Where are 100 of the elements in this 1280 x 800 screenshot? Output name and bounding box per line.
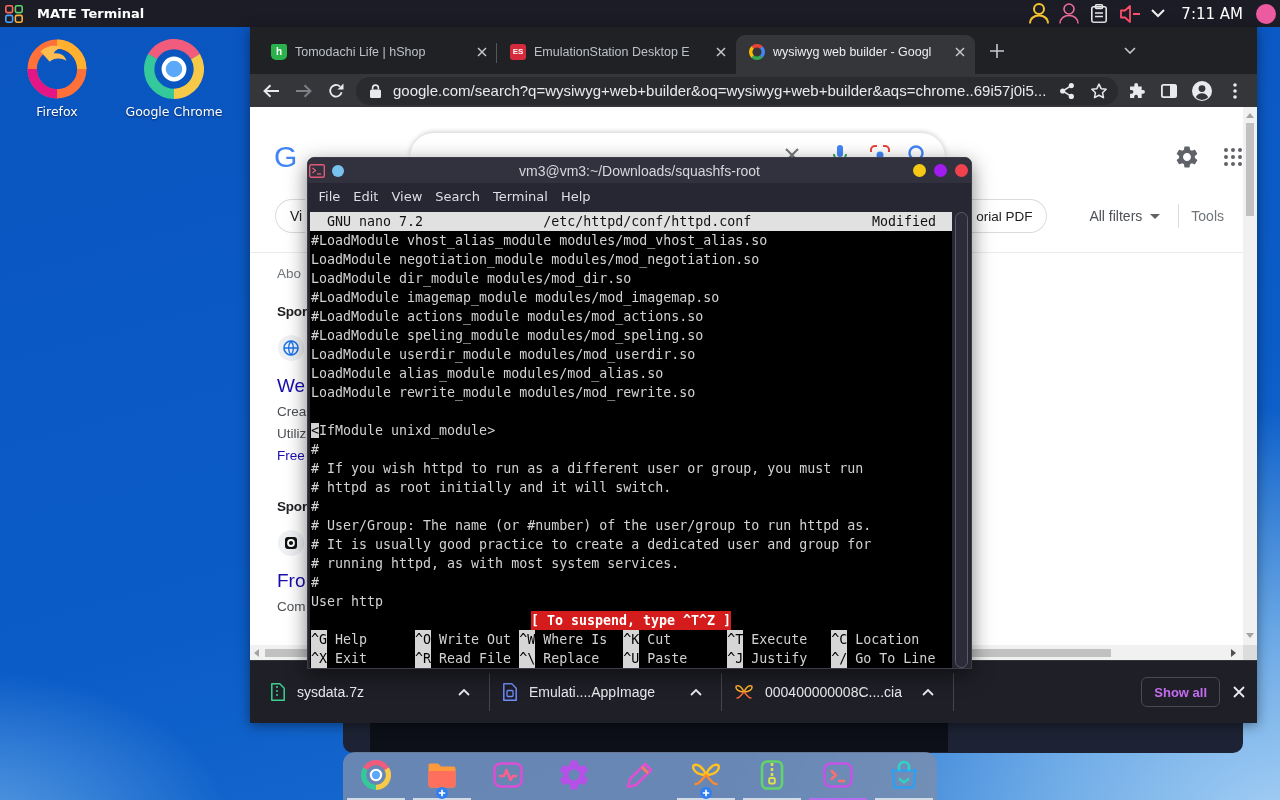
menu-item[interactable]: Search (428, 189, 487, 204)
share-icon[interactable] (1060, 82, 1074, 99)
code-line: LoadModule negotiation_module modules/mod_negotiation.so (311, 251, 760, 269)
zip-file-icon (271, 683, 285, 701)
ad-title-link[interactable]: We (277, 373, 306, 399)
shortcut-label: Justify (751, 650, 808, 668)
close-icon[interactable] (477, 47, 487, 57)
shortcut-label: Where Is (543, 631, 608, 649)
forward-arrow-icon[interactable] (296, 83, 312, 98)
flame-ring-icon[interactable] (27, 39, 87, 99)
favicon: ES (510, 44, 526, 60)
ad-description: Com (277, 598, 306, 616)
back-arrow-icon[interactable] (263, 83, 279, 98)
close-icon[interactable] (716, 47, 726, 57)
code-line: LoadModule dir_module modules/mod_dir.so (311, 270, 632, 288)
shortcut-label: Execute (751, 631, 808, 649)
search-field[interactable] (410, 133, 946, 157)
code-line: <IfModule unixd_module> (311, 422, 496, 440)
menu-item[interactable]: View (384, 189, 429, 204)
code-line: # (311, 498, 319, 516)
show-all-button[interactable]: Show all (1141, 677, 1220, 707)
dots-grid-icon[interactable] (1224, 147, 1242, 166)
speaker-muted-icon[interactable] (1120, 4, 1141, 23)
dot-icon[interactable] (332, 164, 344, 177)
shortcut-label: Read File (439, 650, 512, 668)
ad-title-link[interactable]: Fro (277, 568, 306, 594)
filter-chip[interactable]: Vi (275, 199, 306, 233)
shortcut-key: ^C (831, 630, 848, 649)
profile-icon[interactable] (1192, 80, 1212, 101)
all-filters-button[interactable]: All filters (1089, 208, 1161, 224)
settings-icon[interactable] (1176, 145, 1198, 168)
reload-icon[interactable] (328, 82, 344, 99)
lock-icon[interactable] (370, 83, 381, 98)
menu-item[interactable]: Terminal (486, 189, 555, 204)
kebab-menu-icon[interactable] (1233, 82, 1237, 99)
code-line: LoadModule userdir_module modules/mod_userdir.so (311, 346, 696, 364)
download-file-name[interactable]: 000400000008C....cia (765, 684, 902, 700)
caret-up-icon[interactable] (690, 688, 702, 696)
browser-tab[interactable]: wysiwyg web builder - Googl (736, 35, 975, 74)
shortcut-key: ^/ (831, 649, 848, 668)
ring-icon[interactable] (144, 39, 204, 99)
code-line: LoadModule alias_module modules/mod_alias.so (311, 365, 664, 383)
globe-icon[interactable] (278, 335, 304, 361)
shortcut-key: ^T (727, 630, 744, 649)
editor-version: GNU nano 7.2 (327, 213, 424, 231)
ring-icon[interactable] (361, 760, 391, 790)
scrollbar-thumb[interactable] (972, 648, 1111, 657)
download-file-name[interactable]: Emulati....AppImage (529, 684, 656, 700)
icon-label[interactable]: Google Chrome (125, 104, 223, 120)
ad-description: Utiliz (277, 425, 307, 443)
star-icon[interactable] (1091, 82, 1107, 99)
site-logo[interactable]: G (274, 138, 297, 175)
code-line: User http (311, 593, 384, 611)
site-logo-icon[interactable] (278, 530, 304, 556)
browser-tab[interactable]: ES EmulationStation Desktop E (497, 35, 736, 74)
shortcut-label: Replace (543, 650, 600, 668)
scrollbar-thumb[interactable] (1246, 123, 1254, 216)
microphone-icon[interactable] (833, 145, 848, 157)
download-file-name[interactable]: sysdata.7z (297, 684, 364, 700)
shortcut-key: ^X (311, 649, 327, 668)
plus-icon[interactable] (990, 43, 1004, 58)
avatar-icon[interactable] (1256, 3, 1276, 24)
code-line: # It is usually good practice to create a dedicated user and group for (311, 536, 872, 554)
icon-label[interactable]: Firefox (36, 104, 78, 120)
filter-chip[interactable]: orial PDF (971, 199, 1048, 233)
puzzle-icon[interactable] (1130, 83, 1145, 98)
terminal-icon (309, 163, 325, 178)
shortcut-label: Exit (335, 650, 368, 668)
address-bar[interactable]: google.com/search?q=wysiwyg+web+builder&oq=wysiwyg+web+builder&aqs=chrome..69i57j0i5... (356, 76, 1118, 105)
clock[interactable]: 7:11 AM (1181, 4, 1243, 23)
caret-up-icon[interactable] (922, 688, 934, 696)
menu-item[interactable]: File (312, 189, 347, 204)
code-line: #LoadModule vhost_alias_module modules/mod_vhost_alias.so (311, 232, 768, 250)
minimize-icon[interactable] (913, 164, 926, 177)
sidebar-icon[interactable] (1161, 83, 1177, 98)
app-grid-icon[interactable] (5, 4, 23, 23)
scrollbar-thumb[interactable] (265, 648, 307, 657)
menu-item[interactable]: Edit (346, 189, 385, 204)
butterfly-icon (735, 684, 753, 700)
ring-favicon-icon (749, 44, 765, 60)
shortcut-label: Location (855, 631, 920, 649)
tools-button[interactable]: Tools (1191, 208, 1224, 224)
window-title: vm3@vm3:~/Downloads/squashfs-root (518, 162, 760, 179)
scroll-right-arrow-icon[interactable] (1231, 648, 1236, 657)
file-status: Modified (871, 213, 936, 231)
shortcut-label: Paste (647, 650, 688, 668)
user-icon[interactable] (1029, 3, 1050, 24)
code-line: # If you wish httpd to run as a different user or group, you must run (311, 460, 864, 478)
chevron-down-icon[interactable] (1124, 47, 1136, 54)
code-line: #LoadModule actions_module modules/mod_actions.so (311, 308, 704, 326)
camera-lens-icon[interactable] (870, 145, 891, 157)
active-app-title: MATE Terminal (37, 6, 145, 21)
sitelink[interactable]: Free (277, 446, 305, 466)
clipboard-icon[interactable] (1091, 4, 1108, 23)
user-outline-icon[interactable] (1059, 3, 1080, 24)
close-icon[interactable] (955, 47, 965, 57)
menu-item[interactable]: Help (554, 189, 598, 204)
caret-up-icon[interactable] (458, 688, 470, 696)
maximize-icon[interactable] (934, 164, 947, 177)
scrollbar-corner (1243, 645, 1257, 660)
